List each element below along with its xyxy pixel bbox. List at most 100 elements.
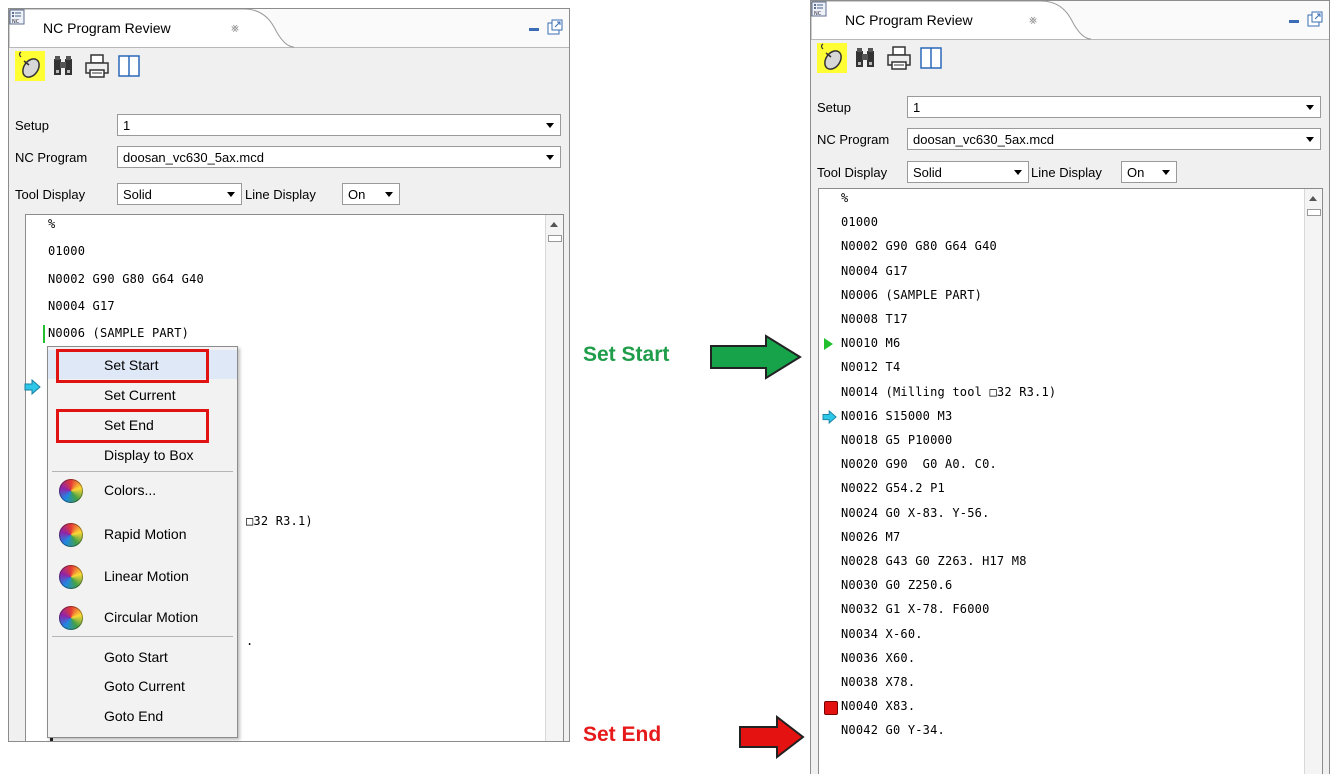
nc-program-combo[interactable]: doosan_vc630_5ax.mcd <box>907 128 1321 150</box>
code-line[interactable]: N0020 G90 G0 A0. C0. <box>841 457 997 471</box>
setup-combo[interactable]: 1 <box>907 96 1321 118</box>
minimize-icon[interactable] <box>1287 12 1301 26</box>
restore-window-icon[interactable] <box>547 19 563 35</box>
line-display-combo[interactable]: On <box>1121 161 1177 183</box>
code-line[interactable]: N0032 G1 X-78. F6000 <box>841 602 990 616</box>
print-button[interactable] <box>82 51 112 81</box>
set-end-arrow-icon <box>739 715 805 759</box>
tool-display-value: Solid <box>913 165 942 180</box>
code-line[interactable]: N0040 X83. <box>841 699 915 713</box>
menu-item-colors[interactable]: Colors... <box>48 475 237 504</box>
scroll-up-icon[interactable] <box>1309 196 1317 201</box>
menu-item-set-current[interactable]: Set Current <box>48 380 237 409</box>
code-line[interactable]: N0036 X60. <box>841 651 915 665</box>
binoculars-icon <box>856 48 874 67</box>
tool-display-label: Tool Display <box>817 165 888 180</box>
setup-row: Setup 1 <box>811 95 1329 121</box>
setup-label: Setup <box>817 100 851 115</box>
scroll-thumb[interactable] <box>548 235 562 242</box>
panel-tab-bar: NC NC Program Review ⨳ <box>811 1 1329 40</box>
tab-title: NC Program Review <box>845 12 973 28</box>
code-line[interactable]: N0002 G90 G80 G64 G40 <box>48 272 204 286</box>
chevron-down-icon <box>1162 170 1170 175</box>
restore-window-icon[interactable] <box>1307 11 1323 27</box>
code-line[interactable]: N0026 M7 <box>841 530 900 544</box>
mouse-icon <box>820 43 842 70</box>
line-display-label: Line Display <box>245 187 316 202</box>
menu-item-circular-motion[interactable]: Circular Motion <box>48 602 237 631</box>
tab-close-icon[interactable]: ⨳ <box>231 20 239 36</box>
code-line[interactable]: N0012 T4 <box>841 360 900 374</box>
menu-separator <box>52 636 233 637</box>
current-line-arrow-icon <box>821 409 839 424</box>
code-line[interactable]: N0028 G43 G0 Z263. H17 M8 <box>841 554 1027 568</box>
code-line[interactable]: N0022 G54.2 P1 <box>841 481 945 495</box>
code-line[interactable]: N0004 G17 <box>841 264 908 278</box>
code-line[interactable]: 01000 <box>48 244 85 258</box>
vertical-scrollbar[interactable] <box>545 215 563 741</box>
set-start-arrow-icon <box>710 334 802 380</box>
code-line[interactable]: N0038 X78. <box>841 675 915 689</box>
code-line[interactable]: N0042 G0 Y-34. <box>841 723 945 737</box>
tab-nc-program-review[interactable]: NC NC Program Review ⨳ <box>9 9 294 48</box>
nc-program-value: doosan_vc630_5ax.mcd <box>123 150 264 165</box>
code-line[interactable]: N0030 G0 Z250.6 <box>841 578 952 592</box>
nc-program-label: NC Program <box>817 132 890 147</box>
code-line[interactable]: N0002 G90 G80 G64 G40 <box>841 239 997 253</box>
code-line[interactable]: N0018 G5 P10000 <box>841 433 952 447</box>
menu-item-linear-motion[interactable]: Linear Motion <box>48 561 237 590</box>
menu-item-label: Rapid Motion <box>104 526 187 542</box>
mouse-select-button[interactable] <box>817 43 847 73</box>
menu-item-goto-current[interactable]: Goto Current <box>48 671 237 700</box>
split-view-button[interactable] <box>916 43 946 73</box>
print-button[interactable] <box>884 43 914 73</box>
code-line[interactable]: N0006 (SAMPLE PART) <box>48 326 189 340</box>
chevron-down-icon <box>1306 105 1314 110</box>
split-view-button[interactable] <box>114 51 144 81</box>
nc-program-combo[interactable]: doosan_vc630_5ax.mcd <box>117 146 561 168</box>
tool-display-combo[interactable]: Solid <box>117 183 242 205</box>
code-line[interactable]: N0034 X-60. <box>841 627 923 641</box>
code-line[interactable]: N0014 (Milling tool □32 R3.1) <box>841 385 1056 399</box>
menu-item-display-to-box[interactable]: Display to Box <box>48 440 237 469</box>
scroll-up-icon[interactable] <box>550 222 558 227</box>
setup-combo[interactable]: 1 <box>117 114 561 136</box>
minimize-icon[interactable] <box>527 20 541 34</box>
vertical-scrollbar[interactable] <box>1304 189 1322 774</box>
code-line[interactable]: N0006 (SAMPLE PART) <box>841 288 982 302</box>
menu-item-label: Goto End <box>104 708 164 724</box>
code-line[interactable]: N0024 G0 X-83. Y-56. <box>841 506 990 520</box>
svg-text:NC: NC <box>814 11 822 17</box>
menu-item-rapid-motion[interactable]: Rapid Motion <box>48 519 237 548</box>
tool-display-combo[interactable]: Solid <box>907 161 1029 183</box>
code-line[interactable]: N0004 G17 <box>48 299 115 313</box>
line-display-combo[interactable]: On <box>342 183 400 205</box>
line-display-value: On <box>1127 165 1145 180</box>
menu-item-goto-end[interactable]: Goto End <box>48 701 237 730</box>
code-line[interactable]: N0010 M6 <box>841 336 900 350</box>
window-buttons <box>1287 11 1323 27</box>
menu-item-label: Linear Motion <box>104 568 189 584</box>
find-button[interactable] <box>850 43 880 73</box>
scroll-thumb[interactable] <box>1307 209 1321 216</box>
right-code-view[interactable]: % 01000 N0002 G90 G80 G64 G40 N0004 G17 N000… <box>818 188 1323 774</box>
menu-separator <box>52 471 233 472</box>
code-line[interactable]: % <box>841 191 848 205</box>
split-view-icon <box>118 55 140 77</box>
code-line[interactable]: % <box>48 217 55 231</box>
menu-item-label: Goto Current <box>104 678 185 694</box>
right-nc-program-review-panel: NC NC Program Review ⨳ Setup 1 NC Progra… <box>810 0 1330 774</box>
mouse-select-button[interactable] <box>15 51 45 81</box>
menu-item-label: Set Current <box>104 387 176 403</box>
code-line-fragment: . <box>246 634 254 649</box>
tool-display-label: Tool Display <box>15 187 86 202</box>
display-row: Tool Display Solid Line Display On <box>811 160 1329 186</box>
code-line[interactable]: N0008 T17 <box>841 312 908 326</box>
code-line[interactable]: N0016 S15000 M3 <box>841 409 952 423</box>
code-line[interactable]: 01000 <box>841 215 878 229</box>
tab-nc-program-review[interactable]: NC NC Program Review ⨳ <box>811 1 1096 40</box>
find-button[interactable] <box>48 51 78 81</box>
menu-item-goto-start[interactable]: Goto Start <box>48 642 237 671</box>
panel-tab-bar: NC NC Program Review ⨳ <box>9 9 569 48</box>
tab-close-icon[interactable]: ⨳ <box>1029 12 1037 28</box>
